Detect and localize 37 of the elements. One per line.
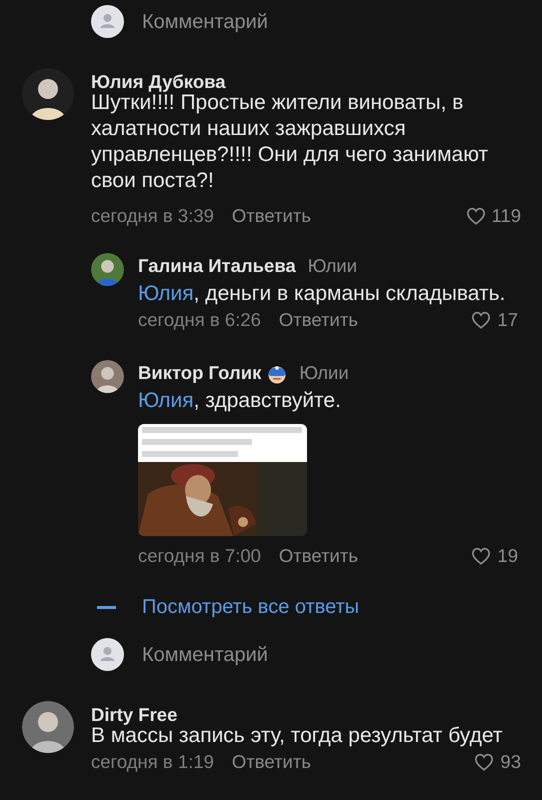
- like-button[interactable]: 17: [471, 306, 518, 334]
- author-name[interactable]: Юлия Дубкова: [91, 68, 521, 90]
- comment-text: Юлия, деньги в карманы складывать.: [138, 281, 506, 307]
- reply-button[interactable]: Ответить: [278, 542, 358, 570]
- comment-text: В массы запись эту, тогда результат будет: [91, 724, 504, 749]
- mention-link[interactable]: Юлия: [138, 282, 194, 305]
- heart-icon: [471, 547, 492, 565]
- heart-icon: [474, 753, 494, 771]
- comment-text: Юлия, здравствуйте.: [138, 388, 342, 414]
- user-icon: [91, 638, 124, 671]
- comment-time: сегодня в 7:00: [138, 544, 261, 568]
- author-name[interactable]: Галина Итальева: [138, 252, 296, 280]
- reply-to-label: Юлии: [308, 254, 358, 278]
- comment-text: Шутки!!!! Простые жители виноваты, в халатности наших зажравшихся управленцев?!!!! Они для чего занимают свои поста?!: [91, 91, 490, 194]
- show-all-replies-link[interactable]: Посмотреть все ответы: [97, 592, 360, 622]
- avatar: [91, 253, 124, 286]
- avatar: [22, 701, 74, 753]
- avatar: [91, 360, 124, 393]
- like-button[interactable]: 19: [471, 542, 518, 570]
- reply-to-label: Юлии: [299, 361, 349, 386]
- user-icon: [91, 5, 124, 38]
- like-button[interactable]: 119: [466, 202, 521, 230]
- reply-button[interactable]: Ответить: [278, 306, 358, 334]
- avatar: [22, 68, 74, 120]
- author-name[interactable]: Виктор Голик: [138, 359, 262, 387]
- comment-field[interactable]: Комментарий: [142, 642, 442, 666]
- heart-icon: [466, 207, 486, 225]
- comment-field[interactable]: Комментарий: [142, 10, 442, 34]
- comment-time: сегодня в 6:26: [138, 308, 261, 332]
- reply-button[interactable]: Ответить: [232, 202, 311, 230]
- heart-icon: [471, 311, 492, 329]
- comment-time: сегодня в 3:39: [91, 204, 214, 228]
- mention-link[interactable]: Юлия: [138, 389, 194, 412]
- author-name[interactable]: Dirty Free: [91, 701, 521, 723]
- reply-button[interactable]: Ответить: [232, 748, 311, 776]
- comment-time: сегодня в 1:19: [91, 750, 214, 774]
- like-button[interactable]: 93: [474, 748, 521, 776]
